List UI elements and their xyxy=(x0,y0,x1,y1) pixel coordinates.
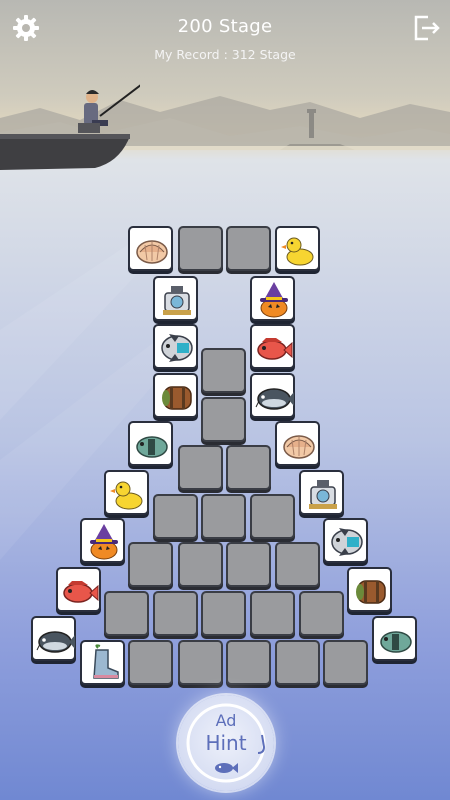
tile-boot[interactable] xyxy=(80,640,125,685)
boot-icon xyxy=(93,644,119,679)
witch-pumpkin-icon xyxy=(90,524,118,560)
shell-icon xyxy=(136,240,168,264)
tile-blocked xyxy=(226,445,271,490)
game-scene: 200 Stage My Record : 312 Stage Ad Hint xyxy=(0,0,450,800)
settings-button[interactable] xyxy=(10,12,42,44)
diver-icon xyxy=(309,480,337,509)
tile-blocked xyxy=(275,542,320,587)
tile-blocked xyxy=(178,640,223,685)
tile-blocked xyxy=(201,397,246,442)
tile-blocked xyxy=(178,226,223,271)
lighthouse-icon xyxy=(309,112,314,138)
tile-catfish[interactable] xyxy=(31,616,76,661)
tile-barrel[interactable] xyxy=(153,373,198,418)
tile-blocked xyxy=(201,591,246,636)
tile-blocked xyxy=(275,640,320,685)
tile-sunfish[interactable] xyxy=(153,324,198,369)
tile-diver[interactable] xyxy=(153,276,198,321)
catfish-icon xyxy=(255,388,294,410)
tile-blocked xyxy=(178,542,223,587)
diver-icon xyxy=(163,286,191,315)
duck-icon xyxy=(281,237,314,266)
tile-shell[interactable] xyxy=(128,226,173,271)
exit-button[interactable] xyxy=(410,12,442,44)
tile-blocked xyxy=(299,591,344,636)
gear-icon xyxy=(13,15,39,41)
tile-witch-pumpkin[interactable] xyxy=(80,518,125,563)
hint-label: Hint xyxy=(205,731,247,755)
sunfish-icon xyxy=(161,334,193,362)
duck-icon xyxy=(110,481,143,510)
tile-shell[interactable] xyxy=(275,421,320,466)
fish-icon xyxy=(215,763,238,773)
green-fish-icon xyxy=(136,436,168,458)
sunfish-icon xyxy=(331,528,363,556)
tile-witch-pumpkin[interactable] xyxy=(250,276,295,321)
tile-blocked xyxy=(226,226,271,271)
tile-blocked xyxy=(226,640,271,685)
witch-pumpkin-icon xyxy=(260,282,288,318)
tile-red-snapper[interactable] xyxy=(56,567,101,612)
tile-red-snapper[interactable] xyxy=(250,324,295,369)
tile-blocked xyxy=(153,494,198,539)
boat-with-fisherman-icon xyxy=(0,84,140,170)
red-snapper-icon xyxy=(257,338,293,360)
tile-blocked xyxy=(250,494,295,539)
shell-icon xyxy=(283,435,315,459)
tile-blocked xyxy=(323,640,368,685)
tile-sunfish[interactable] xyxy=(323,518,368,563)
hint-ad-label: Ad xyxy=(215,711,237,730)
tile-diver[interactable] xyxy=(299,470,344,515)
barrel-icon xyxy=(162,386,192,410)
tile-blocked xyxy=(201,494,246,539)
tile-blocked xyxy=(128,542,173,587)
tile-blocked xyxy=(250,591,295,636)
tile-duck[interactable] xyxy=(104,470,149,515)
green-fish-icon xyxy=(380,631,412,653)
tile-blocked xyxy=(178,445,223,490)
tile-green-fish[interactable] xyxy=(128,421,173,466)
red-snapper-icon xyxy=(63,581,99,603)
hint-button[interactable]: Ad Hint xyxy=(178,695,274,791)
exit-icon xyxy=(414,15,440,41)
tile-blocked xyxy=(128,640,173,685)
record-text: My Record : 312 Stage xyxy=(154,47,296,62)
tile-blocked xyxy=(153,591,198,636)
tile-blocked xyxy=(104,591,149,636)
tile-barrel[interactable] xyxy=(347,567,392,612)
tile-blocked xyxy=(201,348,246,393)
tile-duck[interactable] xyxy=(275,226,320,271)
tile-catfish[interactable] xyxy=(250,373,295,418)
stage-title: 200 Stage xyxy=(177,16,273,37)
catfish-icon xyxy=(36,631,75,653)
tile-blocked xyxy=(226,542,271,587)
tile-green-fish[interactable] xyxy=(372,616,417,661)
barrel-icon xyxy=(356,580,386,604)
